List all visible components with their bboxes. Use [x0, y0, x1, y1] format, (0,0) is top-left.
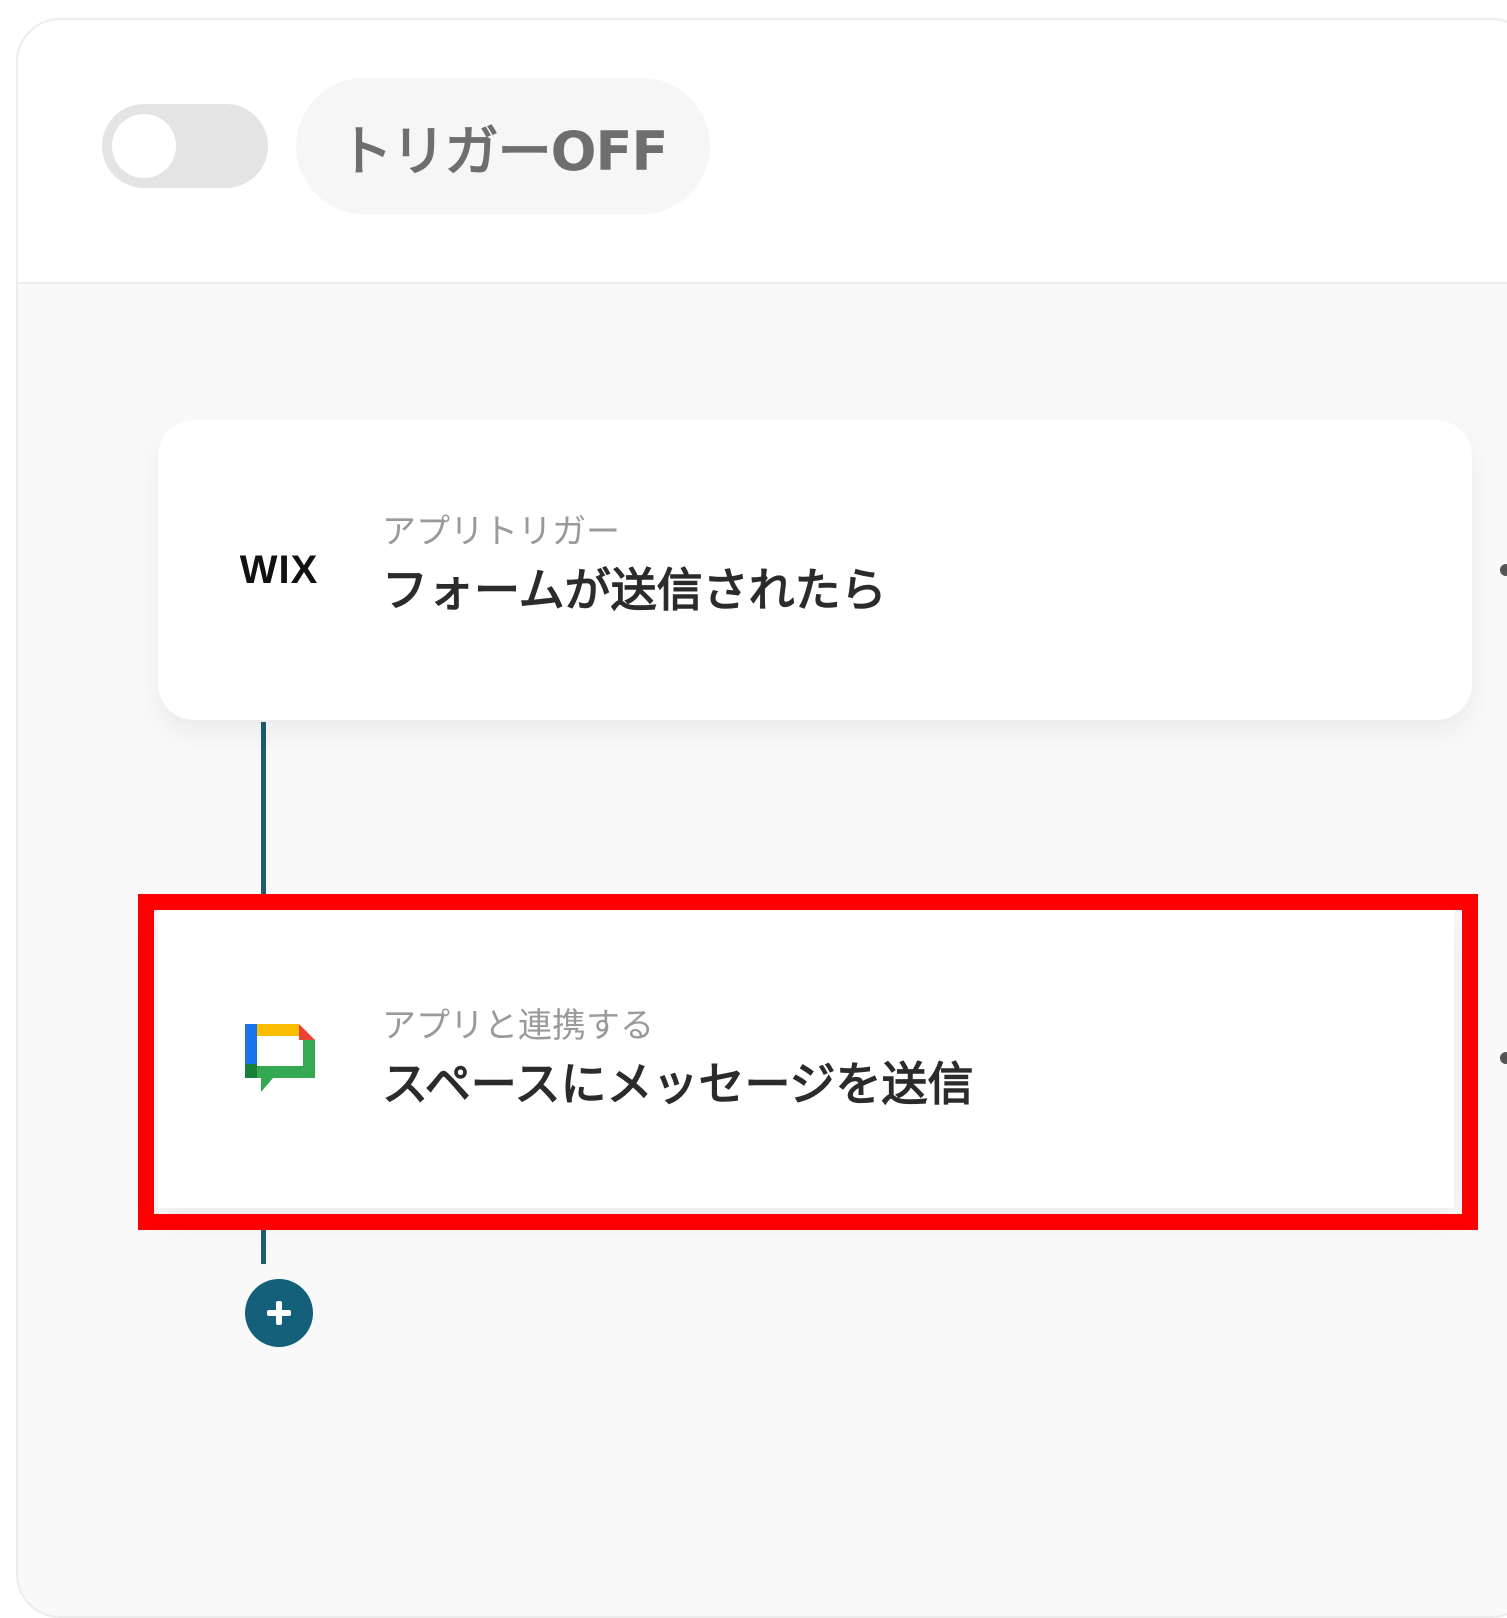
add-step-button[interactable] [245, 1279, 313, 1347]
step-action-title: フォームが送信されたら [382, 563, 887, 617]
step-text: アプリと連携する スペースにメッセージを送信 [382, 1004, 974, 1116]
step-menu-dot[interactable] [1500, 564, 1507, 576]
step-text: アプリトリガー フォームが送信されたら [382, 510, 887, 622]
flow-step-action[interactable]: アプリと連携する スペースにメッセージを送信 [158, 908, 1507, 1208]
trigger-status-badge: トリガーOFF [296, 78, 710, 214]
step-action-title: スペースにメッセージを送信 [382, 1057, 974, 1111]
wix-logo-text: WIX [239, 547, 319, 592]
top-bar: トリガーOFF [18, 20, 1507, 284]
step-menu-dot[interactable] [1500, 1052, 1507, 1064]
step-type-label: アプリと連携する [382, 1006, 654, 1046]
google-chat-logo-svg [245, 1024, 315, 1092]
flow-connector-2 [261, 1214, 266, 1264]
google-chat-icon [236, 1015, 322, 1101]
flow-editor-window: トリガーOFF [16, 18, 1507, 1618]
wix-logo-icon: WIX [236, 527, 322, 613]
trigger-toggle[interactable] [102, 104, 268, 188]
flow-step-trigger[interactable]: WIX アプリトリガー フォームが送信されたら [158, 420, 1507, 720]
step-type-label: アプリトリガー [382, 512, 620, 552]
flow-connector-1 [261, 722, 266, 902]
toggle-knob [112, 114, 176, 178]
